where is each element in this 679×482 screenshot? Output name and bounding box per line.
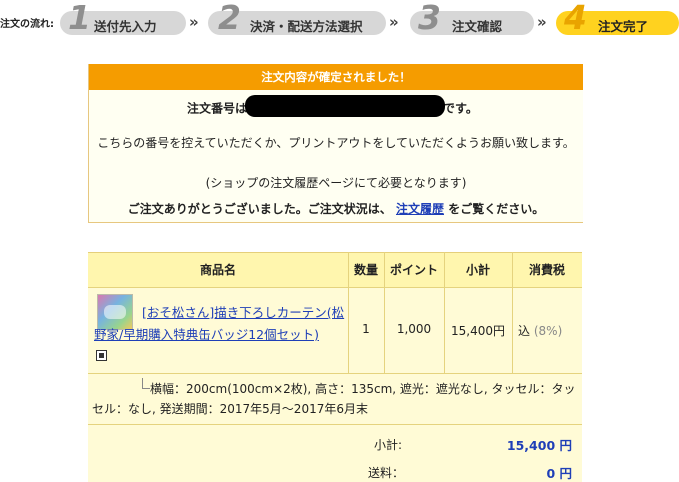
divider	[348, 252, 349, 373]
step-1-number: 1	[68, 0, 91, 37]
order-flow-steps: 注文の流れ: 1 送付先入力 » 2 決済・配送方法選択 » 3 注文確認 » …	[0, 0, 679, 44]
step-4-current: 4 注文完了	[556, 1, 679, 35]
header-quantity: 数量	[353, 263, 378, 277]
step-1: 1 送付先入力	[60, 1, 186, 35]
step-3: 3 注文確認	[410, 1, 534, 35]
step-3-label: 注文確認	[452, 19, 503, 34]
header-points: ポイント	[389, 263, 438, 277]
step-1-label: 送付先入力	[94, 19, 157, 34]
divider	[384, 252, 385, 373]
step-arrow-icon: »	[189, 13, 199, 31]
divider	[88, 424, 582, 425]
header-subtotal: 小計	[465, 263, 490, 277]
header-product-name: 商品名	[199, 263, 236, 277]
order-number-suffix: です。	[443, 101, 478, 116]
steps-label: 注文の流れ:	[0, 19, 54, 30]
item-quantity: 1	[362, 322, 370, 336]
order-items-table: 商品名 数量 ポイント 小計 消費税 [おそ松さん]描き下ろしカーテン(松野家/…	[88, 252, 582, 482]
step-2-label: 決済・配送方法選択	[250, 19, 363, 34]
step-4-label: 注文完了	[598, 19, 649, 34]
history-note: (ショップの注文履歴ページにて必要となります)	[205, 176, 467, 190]
header-tax: 消費税	[528, 263, 565, 277]
confirmation-heading: 注文内容が確定されました！	[89, 64, 583, 90]
item-points: 1,000	[396, 322, 432, 336]
thanks-message: ご注文ありがとうございました。ご注文状況は、 注文履歴 をご覧ください。	[89, 200, 583, 219]
order-number-prefix: 注文番号は	[187, 101, 248, 116]
step-arrow-icon: »	[389, 13, 399, 31]
order-history-link[interactable]: 注文履歴	[396, 202, 444, 216]
thanks-text: ご注文ありがとうございました。ご注文状況は、	[127, 202, 392, 216]
order-number-line: 注文番号は です。	[187, 95, 478, 120]
divider	[444, 252, 445, 373]
summary-shipping-value: 0 円	[546, 466, 572, 481]
table-header: 商品名 数量 ポイント 小計 消費税	[88, 252, 582, 288]
summary-subtotal-label: 小計:	[374, 438, 403, 452]
save-number-instruction: こちらの番号を控えていただくか、プリントアウトをしていただくようお願い致します。	[97, 136, 575, 150]
thanks-suffix: をご覧ください。	[448, 202, 545, 216]
item-options: 横幅：200cm(100cm×2枚), 高さ：135cm, 遮光：遮光なし, タ…	[92, 382, 576, 416]
product-name-link[interactable]: [おそ松さん]描き下ろしカーテン(松野家/早期購入特典缶バッジ12個セット)	[94, 302, 346, 346]
item-subtotal: 15,400円	[451, 324, 505, 338]
redacted-order-number	[245, 95, 446, 117]
step-4-number: 4	[564, 0, 587, 37]
item-tax: 込 (8%)	[518, 322, 578, 339]
order-confirmation-box: 注文内容が確定されました！ 注文番号は です。 こちらの番号を控えていただくか、プ…	[88, 64, 583, 223]
step-3-number: 3	[418, 0, 441, 37]
step-2: 2 決済・配送方法選択	[208, 1, 386, 35]
divider	[88, 287, 582, 288]
divider	[88, 373, 582, 374]
popup-window-icon[interactable]	[96, 350, 107, 361]
step-2-number: 2	[218, 0, 241, 37]
summary-subtotal-value: 15,400 円	[506, 438, 572, 453]
divider	[512, 252, 513, 373]
summary-shipping-label: 送料：	[368, 466, 405, 480]
step-arrow-icon: »	[537, 13, 547, 31]
tax-included-label: 込	[518, 324, 531, 338]
tax-rate: (8%)	[533, 324, 563, 338]
